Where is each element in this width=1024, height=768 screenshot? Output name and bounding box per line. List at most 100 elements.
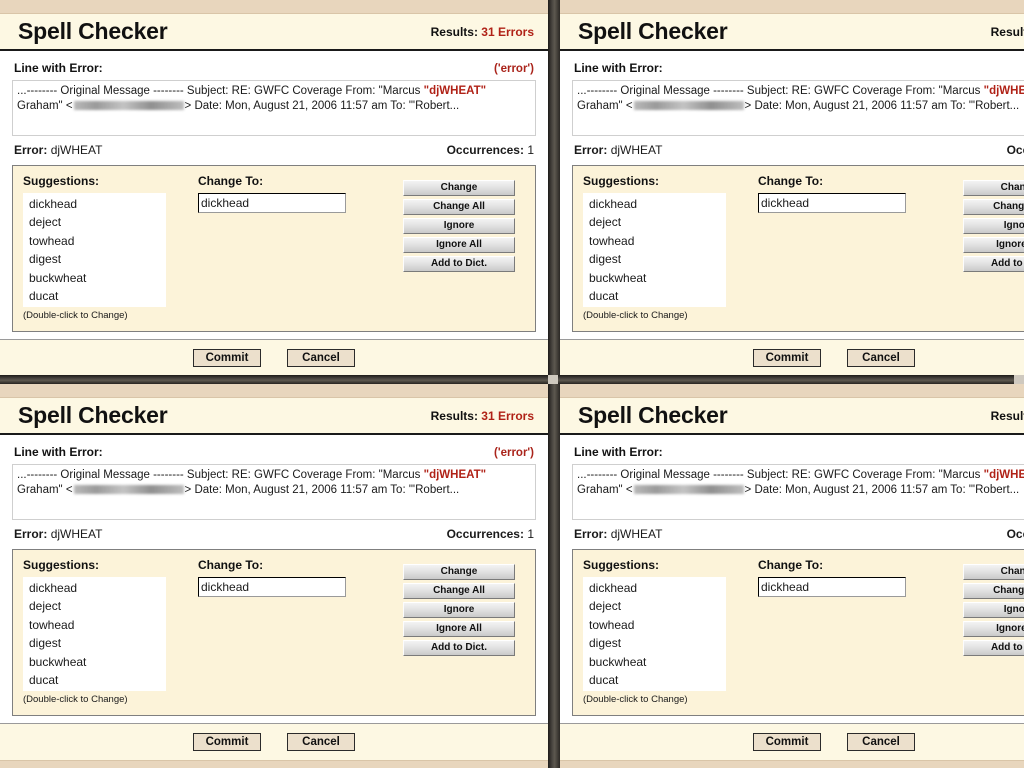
error-key-label: Error: [14, 527, 48, 541]
error-key-label: Error: [574, 527, 608, 541]
results-status: Results: 31 Errors [991, 25, 1024, 39]
line-with-error-header: Line with Error: ('error') [572, 59, 1024, 80]
add-to-dict-button[interactable]: Add to Dict. [403, 256, 515, 272]
line-with-error-label: Line with Error: [574, 61, 663, 75]
change-to-input[interactable] [758, 577, 906, 597]
list-item[interactable]: ducat [589, 287, 726, 305]
spell-checker-dialog: Spell Checker Results: 31 Errors Line wi… [0, 384, 548, 768]
cancel-button[interactable]: Cancel [287, 349, 355, 368]
change-to-column: Change To: [198, 558, 403, 705]
highlighted-error-word: "djWHEAT" [423, 469, 487, 481]
cancel-button[interactable]: Cancel [847, 349, 915, 368]
list-item[interactable]: digest [29, 634, 166, 652]
list-item[interactable]: towhead [29, 616, 166, 634]
commit-button[interactable]: Commit [753, 349, 821, 368]
window-top-strip [560, 0, 1024, 14]
list-item[interactable]: deject [29, 597, 166, 615]
ignore-button[interactable]: Ignore [403, 602, 515, 618]
dialog-body: Line with Error: ('error') ...-------- O… [560, 51, 1024, 333]
list-item[interactable]: dickhead [589, 579, 726, 597]
change-to-column: Change To: [758, 174, 963, 321]
list-item[interactable]: towhead [589, 616, 726, 634]
message-prefix-text: ...-------- Original Message -------- Su… [577, 469, 984, 481]
change-button[interactable]: Change [403, 180, 515, 196]
list-item[interactable]: digest [29, 250, 166, 268]
list-item[interactable]: towhead [29, 232, 166, 250]
change-button[interactable]: Change [963, 564, 1024, 580]
list-item[interactable]: ducat [589, 671, 726, 689]
change-all-button[interactable]: Change All [403, 199, 515, 215]
change-to-label: Change To: [758, 558, 824, 572]
suggestions-listbox[interactable]: dickhead deject towhead digest buckwheat… [583, 577, 726, 692]
ignore-button[interactable]: Ignore [963, 602, 1024, 618]
error-summary-row: Error: djWHEAT Occurrences: 1 [12, 520, 536, 549]
list-item[interactable]: buckwheat [589, 269, 726, 287]
highlighted-error-word: "djWHEAT" [983, 85, 1024, 97]
ignore-button[interactable]: Ignore [963, 218, 1024, 234]
double-click-hint: (Double-click to Change) [23, 310, 128, 322]
list-item[interactable]: deject [589, 597, 726, 615]
list-item[interactable]: deject [29, 213, 166, 231]
commit-button[interactable]: Commit [193, 349, 261, 368]
suggestions-listbox[interactable]: dickhead deject towhead digest buckwheat… [583, 193, 726, 308]
list-item[interactable]: digest [589, 634, 726, 652]
ignore-all-button[interactable]: Ignore All [963, 237, 1024, 253]
dialog-titlebar: Spell Checker Results: 31 Errors [0, 398, 548, 435]
change-to-column: Change To: [758, 558, 963, 705]
line-with-error-label: Line with Error: [14, 445, 103, 459]
list-item[interactable]: towhead [589, 232, 726, 250]
change-to-column: Change To: [198, 174, 403, 321]
suggestions-column: Suggestions: dickhead deject towhead dig… [583, 174, 758, 321]
cancel-button[interactable]: Cancel [847, 733, 915, 752]
error-context-box: ...-------- Original Message -------- Su… [12, 80, 536, 136]
list-item[interactable]: buckwheat [29, 269, 166, 287]
change-button[interactable]: Change [403, 564, 515, 580]
list-item[interactable]: deject [589, 213, 726, 231]
error-summary-row: Error: djWHEAT Occurrences: 1 [572, 136, 1024, 165]
change-all-button[interactable]: Change All [963, 199, 1024, 215]
list-item[interactable]: digest [589, 250, 726, 268]
list-item[interactable]: ducat [29, 671, 166, 689]
suggestions-listbox[interactable]: dickhead deject towhead digest buckwheat… [23, 193, 166, 308]
change-to-input[interactable] [198, 193, 346, 213]
cancel-button[interactable]: Cancel [287, 733, 355, 752]
add-to-dict-button[interactable]: Add to Dict. [403, 640, 515, 656]
seam-junction-nub [548, 375, 558, 384]
error-type-tag: ('error') [494, 447, 534, 459]
tiled-screenshot-grid: Spell Checker Results: 31 Errors Line wi… [0, 0, 1024, 768]
line-with-error-header: Line with Error: ('error') [572, 443, 1024, 464]
error-context-line-1: ...-------- Original Message -------- Su… [577, 84, 1024, 99]
window-top-strip [0, 0, 548, 14]
ignore-all-button[interactable]: Ignore All [403, 237, 515, 253]
list-item[interactable]: buckwheat [589, 653, 726, 671]
quadrant-top-left: Spell Checker Results: 31 Errors Line wi… [0, 0, 548, 375]
change-to-input[interactable] [758, 193, 906, 213]
error-context-box: ...-------- Original Message -------- Su… [12, 464, 536, 520]
change-all-button[interactable]: Change All [403, 583, 515, 599]
error-word-value: djWHEAT [50, 143, 103, 157]
list-item[interactable]: ducat [29, 287, 166, 305]
list-item[interactable]: dickhead [29, 195, 166, 213]
suggestions-listbox[interactable]: dickhead deject towhead digest buckwheat… [23, 577, 166, 692]
add-to-dict-button[interactable]: Add to Dict. [963, 256, 1024, 272]
action-buttons-column: Change Change All Ignore Ignore All Add … [403, 558, 523, 705]
commit-button[interactable]: Commit [193, 733, 261, 752]
change-all-button[interactable]: Change All [963, 583, 1024, 599]
ignore-all-button[interactable]: Ignore All [963, 621, 1024, 637]
suggestions-panel: Suggestions: dickhead deject towhead dig… [572, 165, 1024, 333]
list-item[interactable]: buckwheat [29, 653, 166, 671]
change-to-input[interactable] [198, 577, 346, 597]
seam-junction-nub [1014, 375, 1024, 384]
list-item[interactable]: dickhead [589, 195, 726, 213]
add-to-dict-button[interactable]: Add to Dict. [963, 640, 1024, 656]
message-prefix-text: ...-------- Original Message -------- Su… [17, 85, 424, 97]
list-item[interactable]: dickhead [29, 579, 166, 597]
change-button[interactable]: Change [963, 180, 1024, 196]
message-line2-prefix: Graham" < [577, 100, 633, 112]
ignore-all-button[interactable]: Ignore All [403, 621, 515, 637]
occurrences-value: 1 [527, 527, 534, 541]
commit-button[interactable]: Commit [753, 733, 821, 752]
occurrences-label: Occurrences: [1006, 143, 1024, 157]
redacted-email-block [73, 101, 184, 111]
ignore-button[interactable]: Ignore [403, 218, 515, 234]
